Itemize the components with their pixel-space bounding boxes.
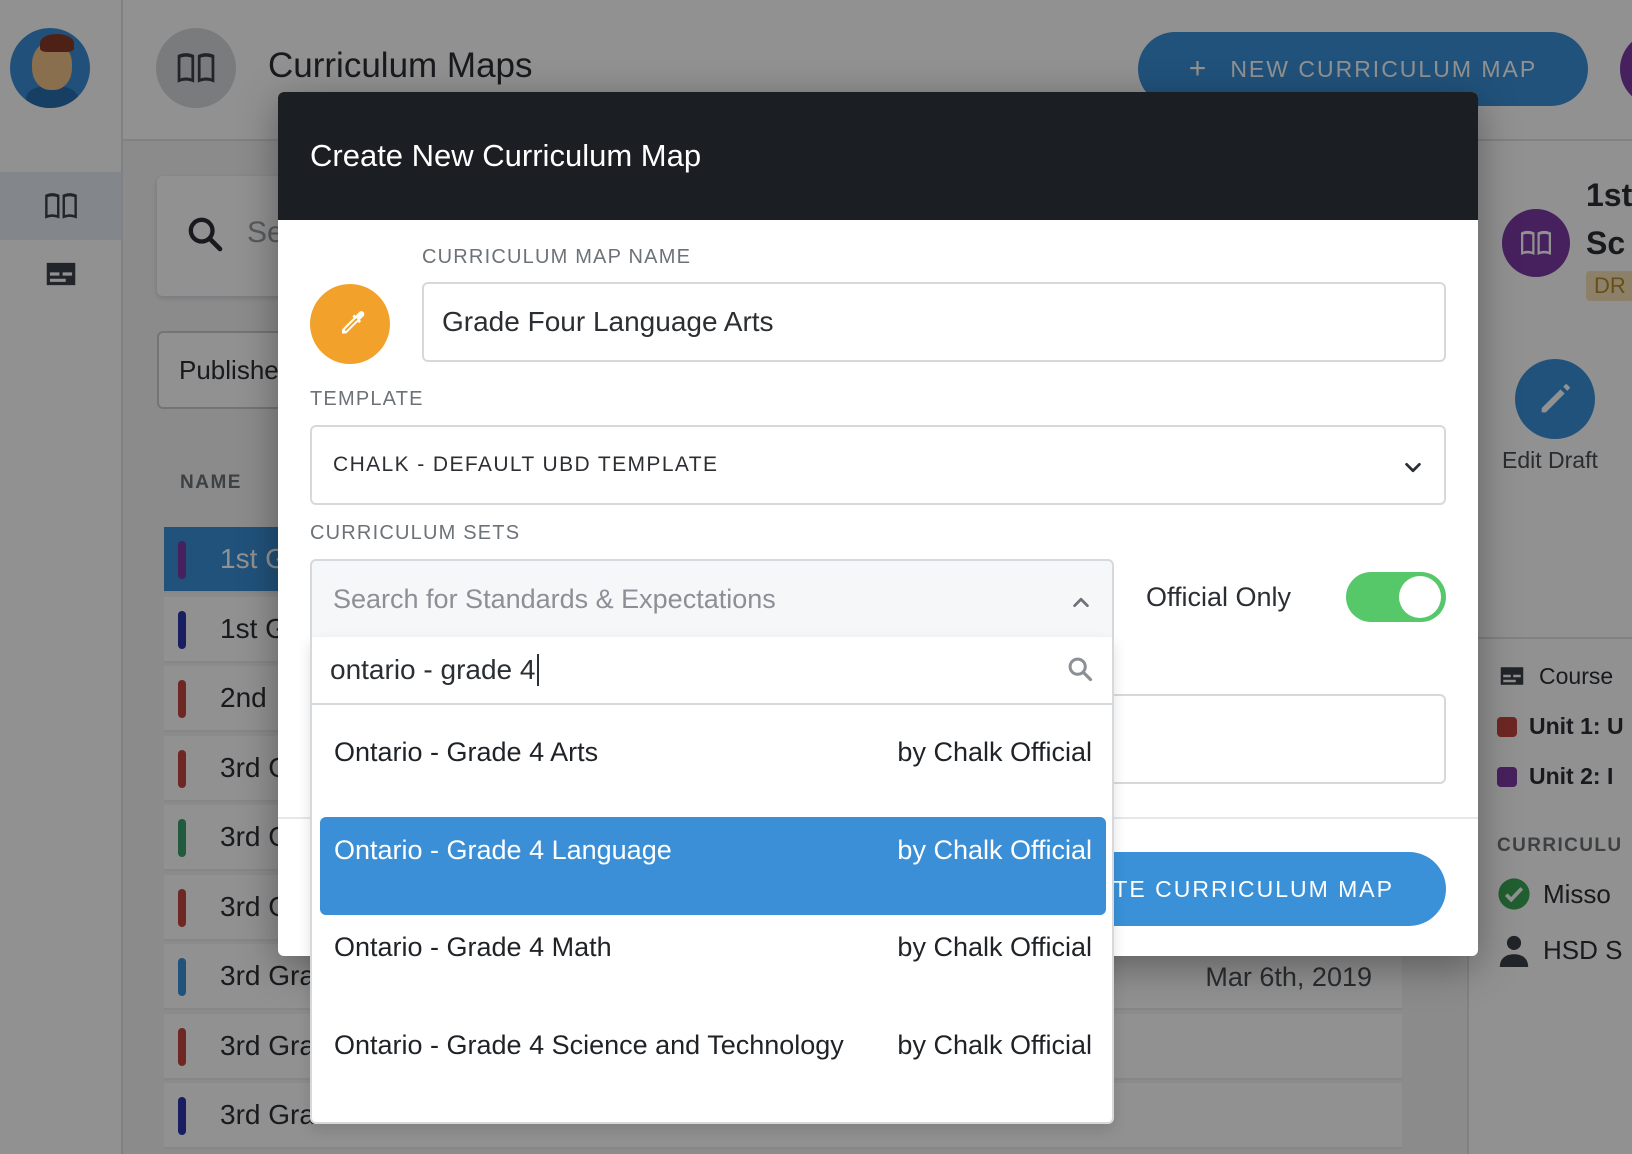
dropdown-search-value: ontario - grade 4 bbox=[330, 654, 536, 685]
dropdown-option[interactable]: Ontario - Grade 4 Math by Chalk Official bbox=[320, 914, 1106, 1012]
curriculum-map-name-input[interactable]: Grade Four Language Arts bbox=[422, 282, 1446, 362]
description-field[interactable] bbox=[1114, 694, 1446, 784]
text-caret bbox=[537, 654, 540, 686]
dropdown-option[interactable]: Ontario - Grade 4 Language by Chalk Offic… bbox=[320, 816, 1106, 915]
curriculum-sets-dropdown: ontario - grade 4 Ontario - Grade 4 Arts… bbox=[310, 637, 1114, 1124]
curriculum-sets-select[interactable]: Search for Standards & Expectations bbox=[310, 559, 1114, 639]
dropdown-option[interactable]: Ontario - Grade 4 Science and Technology… bbox=[320, 1012, 1106, 1110]
option-name: Ontario - Grade 4 Arts bbox=[334, 737, 599, 767]
option-author: by Chalk Official bbox=[897, 932, 1092, 962]
toggle-knob bbox=[1399, 576, 1441, 618]
template-value: CHALK - DEFAULT UBD TEMPLATE bbox=[333, 453, 719, 476]
option-name: Ontario - Grade 4 Language bbox=[334, 834, 672, 865]
dropdown-search-input[interactable]: ontario - grade 4 bbox=[312, 637, 1112, 705]
modal-title: Create New Curriculum Map bbox=[310, 138, 702, 173]
curriculum-sets-label: CURRICULUM SETS bbox=[310, 522, 521, 544]
chevron-up-icon bbox=[1073, 597, 1089, 608]
dropdown-option[interactable]: Ontario - Grade 4 Arts by Chalk Official bbox=[320, 719, 1106, 817]
template-select[interactable]: CHALK - DEFAULT UBD TEMPLATE bbox=[310, 425, 1446, 505]
modal-header: Create New Curriculum Map bbox=[278, 92, 1478, 220]
option-name: Ontario - Grade 4 Science and Technology bbox=[334, 1029, 844, 1060]
template-label: TEMPLATE bbox=[310, 388, 424, 410]
option-name: Ontario - Grade 4 Math bbox=[334, 932, 612, 962]
option-author: by Chalk Official bbox=[897, 1029, 1092, 1060]
name-label: CURRICULUM MAP NAME bbox=[422, 246, 692, 268]
official-only-label: Official Only bbox=[1146, 582, 1292, 612]
search-icon bbox=[1068, 657, 1093, 682]
color-picker-button[interactable] bbox=[310, 284, 390, 364]
option-author: by Chalk Official bbox=[897, 834, 1092, 865]
eyedropper-icon bbox=[342, 311, 365, 334]
curriculum-sets-placeholder: Search for Standards & Expectations bbox=[333, 583, 776, 614]
option-author: by Chalk Official bbox=[897, 737, 1092, 767]
chevron-down-icon bbox=[1405, 462, 1421, 473]
official-only-toggle[interactable] bbox=[1346, 572, 1446, 622]
